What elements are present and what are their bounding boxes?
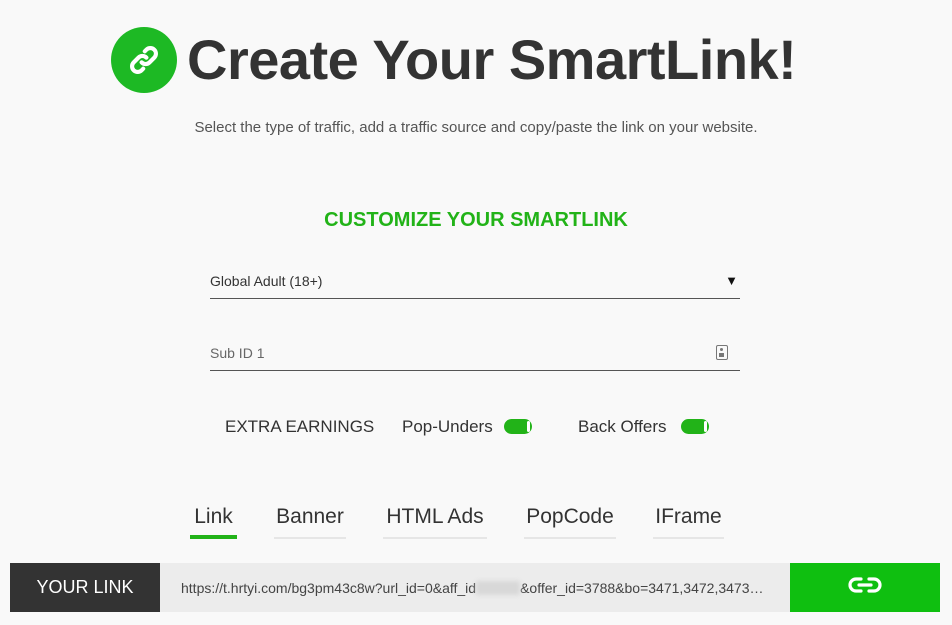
- page-header: Create Your SmartLink!: [111, 27, 797, 93]
- subid-input[interactable]: Sub ID 1: [210, 335, 740, 371]
- url-prefix: https://t.hrtyi.com/bg3pm43c8w?url_id=0&…: [181, 579, 477, 596]
- url-suffix: &offer_id=3788&bo=3471,3472,3473…: [520, 579, 764, 596]
- your-link-label: YOUR LINK: [10, 563, 160, 612]
- link-bar: YOUR LINK https://t.hrtyi.com/bg3pm43c8w…: [10, 563, 940, 612]
- extra-earnings-label: EXTRA EARNINGS: [225, 417, 375, 436]
- format-tabs: Link Banner HTML Ads PopCode IFrame: [0, 505, 952, 545]
- tab-iframe[interactable]: IFrame: [653, 505, 724, 539]
- subid-placeholder: Sub ID 1: [210, 344, 265, 361]
- extra-earnings-row: EXTRA EARNINGS Pop-Unders Back Offers: [0, 417, 952, 439]
- caret-down-icon: ▼: [725, 273, 738, 288]
- smartlink-page: Create Your SmartLink! Select the type o…: [0, 0, 952, 625]
- traffic-type-value: Global Adult (18+): [210, 272, 323, 289]
- back-offers-label: Back Offers: [578, 417, 667, 436]
- copy-link-button[interactable]: [790, 563, 940, 612]
- back-offers-toggle[interactable]: [681, 419, 709, 434]
- tab-html-ads[interactable]: HTML Ads: [383, 505, 487, 539]
- tab-banner[interactable]: Banner: [274, 505, 346, 539]
- customize-heading: CUSTOMIZE YOUR SMARTLINK: [324, 209, 628, 231]
- pop-unders-label: Pop-Unders: [402, 417, 493, 436]
- page-subtitle: Select the type of traffic, add a traffi…: [194, 119, 758, 136]
- smartlink-url-field[interactable]: https://t.hrtyi.com/bg3pm43c8w?url_id=0&…: [160, 563, 790, 612]
- pop-unders-toggle[interactable]: [504, 419, 532, 434]
- page-title: Create Your SmartLink!: [187, 28, 797, 91]
- tab-popcode[interactable]: PopCode: [524, 505, 616, 539]
- tab-link[interactable]: Link: [190, 505, 237, 539]
- redacted-aff-id: [476, 580, 521, 595]
- id-card-icon: [716, 345, 728, 360]
- link-icon: [111, 27, 177, 93]
- link-icon: [847, 575, 883, 600]
- traffic-type-select[interactable]: Global Adult (18+) ▼: [210, 263, 740, 299]
